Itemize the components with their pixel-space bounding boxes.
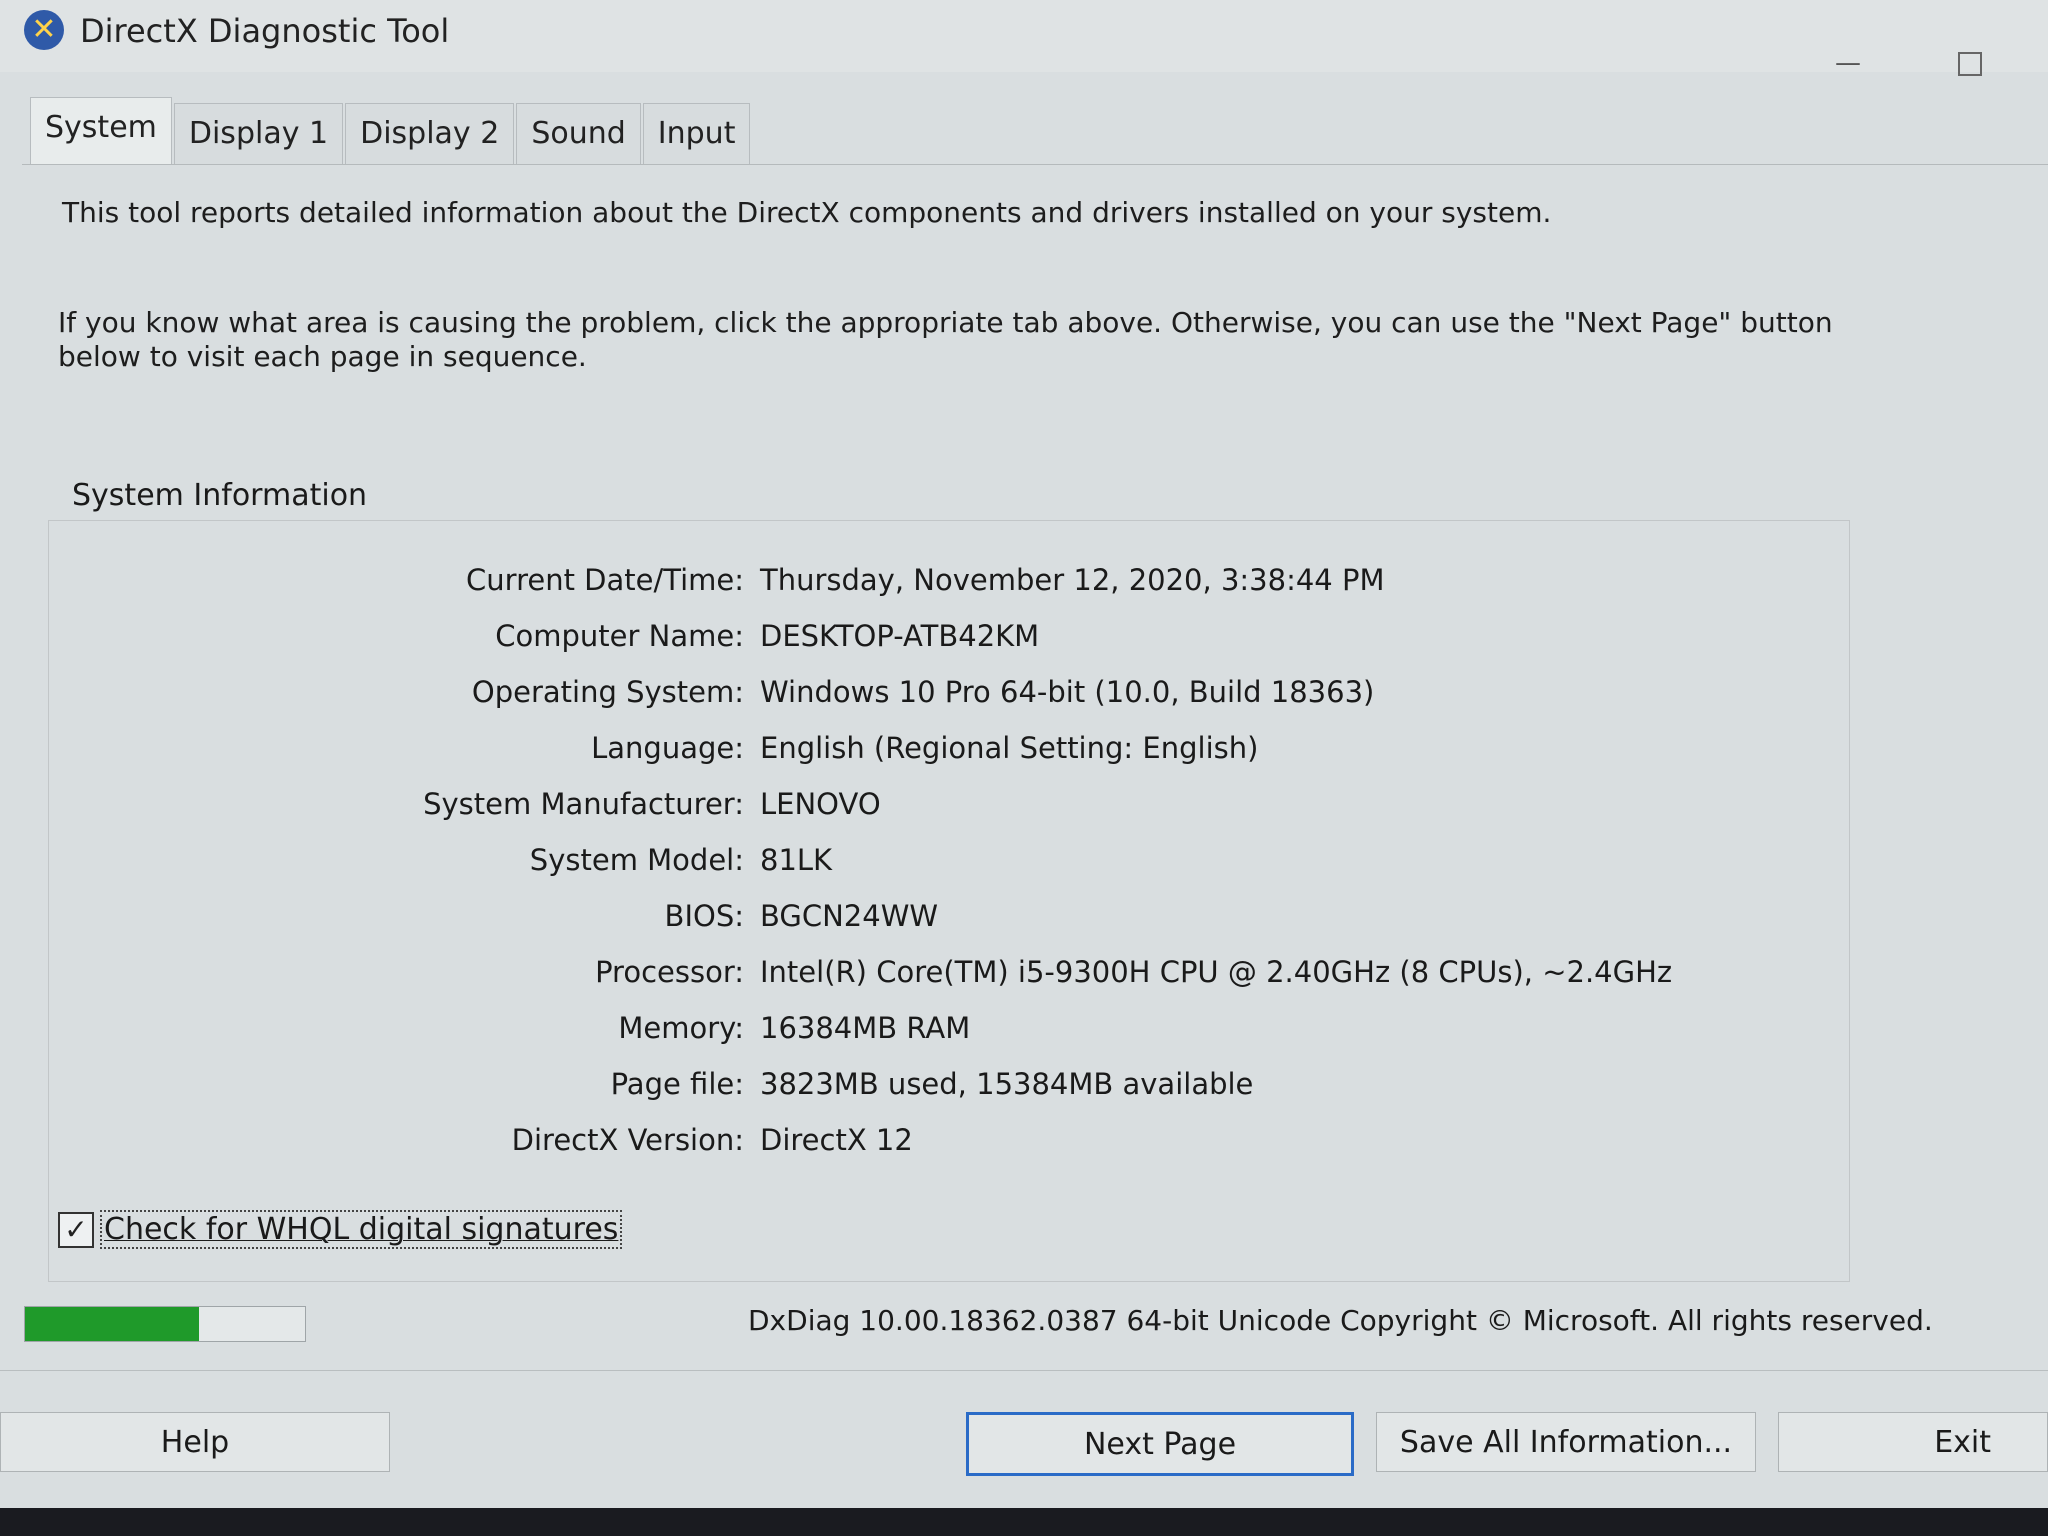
group-label: System Information	[62, 478, 378, 513]
info-value: DESKTOP-ATB42KM	[760, 619, 1040, 653]
next-page-button-label: Next Page	[1083, 1426, 1237, 1462]
info-value: DirectX 12	[760, 1123, 913, 1157]
info-row: Memory: 16384MB RAM	[380, 1000, 1680, 1056]
save-all-button-label: Save All Information...	[1399, 1424, 1733, 1460]
info-row: Page file: 3823MB used, 15384MB availabl…	[380, 1056, 1680, 1112]
info-value: 81LK	[760, 843, 833, 877]
tab-divider	[22, 164, 2048, 165]
info-value: 3823MB used, 15384MB available	[760, 1067, 1254, 1101]
info-row: Computer Name: DESKTOP-ATB42KM	[380, 608, 1680, 664]
info-label: Processor:	[595, 955, 744, 989]
title-bar: ✕ DirectX Diagnostic Tool —	[0, 0, 2048, 78]
system-info-table: Current Date/Time: Thursday, November 12…	[380, 552, 1680, 1168]
info-row: Processor: Intel(R) Core(TM) i5-9300H CP…	[380, 944, 1680, 1000]
info-value: Intel(R) Core(TM) i5-9300H CPU @ 2.40GHz…	[760, 955, 1673, 989]
maximize-button[interactable]	[1950, 48, 1990, 78]
tab-strip: System Display 1 Display 2 Sound Input	[30, 97, 752, 164]
info-row: System Manufacturer: LENOVO	[380, 776, 1680, 832]
help-button-label: Help	[160, 1424, 230, 1460]
directx-icon: ✕	[24, 10, 64, 50]
info-label: Language:	[591, 731, 744, 765]
progress-bar	[24, 1306, 306, 1342]
info-row: DirectX Version: DirectX 12	[380, 1112, 1680, 1168]
exit-button-label: Exit	[1934, 1424, 1991, 1460]
info-label: System Manufacturer:	[423, 787, 744, 821]
whql-checkbox[interactable]: ✓	[58, 1211, 94, 1248]
tab-display-2[interactable]: Display 2	[345, 103, 515, 164]
tab-sound[interactable]: Sound	[516, 103, 641, 164]
save-all-information-button[interactable]: Save All Information...	[1376, 1412, 1756, 1472]
maximize-icon	[1958, 51, 1982, 76]
info-value: English (Regional Setting: English)	[760, 731, 1259, 765]
screen-bezel	[0, 1508, 2048, 1536]
dxdiag-window: ✕ DirectX Diagnostic Tool — System Displ…	[0, 0, 2048, 1508]
info-label: Current Date/Time:	[466, 563, 744, 597]
help-button[interactable]: Help	[0, 1412, 390, 1472]
info-row: BIOS: BGCN24WW	[380, 888, 1680, 944]
info-label: Memory:	[618, 1011, 744, 1045]
progress-fill	[25, 1307, 199, 1341]
tab-input[interactable]: Input	[642, 103, 751, 164]
whql-checkbox-label[interactable]: Check for WHQL digital signatures	[100, 1210, 623, 1249]
info-value: 16384MB RAM	[760, 1011, 971, 1045]
info-label: Operating System:	[471, 675, 744, 709]
info-label: System Model:	[529, 843, 744, 877]
instructions-text: If you know what area is causing the pro…	[58, 306, 1833, 373]
info-row: Operating System: Windows 10 Pro 64-bit …	[380, 664, 1680, 720]
tab-display-1[interactable]: Display 1	[173, 103, 344, 164]
tab-system[interactable]: System	[30, 97, 172, 164]
info-label: Page file:	[610, 1067, 744, 1101]
minimize-button[interactable]: —	[1828, 48, 1868, 78]
info-label: Computer Name:	[495, 619, 744, 653]
whql-option: ✓ Check for WHQL digital signatures	[58, 1210, 623, 1249]
info-value: Windows 10 Pro 64-bit (10.0, Build 18363…	[760, 675, 1375, 709]
info-label: DirectX Version:	[511, 1123, 744, 1157]
info-value: LENOVO	[760, 787, 881, 821]
intro-text: This tool reports detailed information a…	[62, 196, 1552, 229]
info-row: Language: English (Regional Setting: Eng…	[380, 720, 1680, 776]
footer-divider	[0, 1370, 2048, 1371]
info-row: Current Date/Time: Thursday, November 12…	[380, 552, 1680, 608]
exit-button[interactable]: Exit	[1778, 1412, 2048, 1472]
info-value: Thursday, November 12, 2020, 3:38:44 PM	[760, 563, 1385, 597]
info-label: BIOS:	[664, 899, 744, 933]
next-page-button[interactable]: Next Page	[966, 1412, 1354, 1476]
window-title: DirectX Diagnostic Tool	[80, 12, 450, 50]
info-value: BGCN24WW	[760, 899, 939, 933]
copyright-text: DxDiag 10.00.18362.0387 64-bit Unicode C…	[748, 1304, 1933, 1337]
info-row: System Model: 81LK	[380, 832, 1680, 888]
